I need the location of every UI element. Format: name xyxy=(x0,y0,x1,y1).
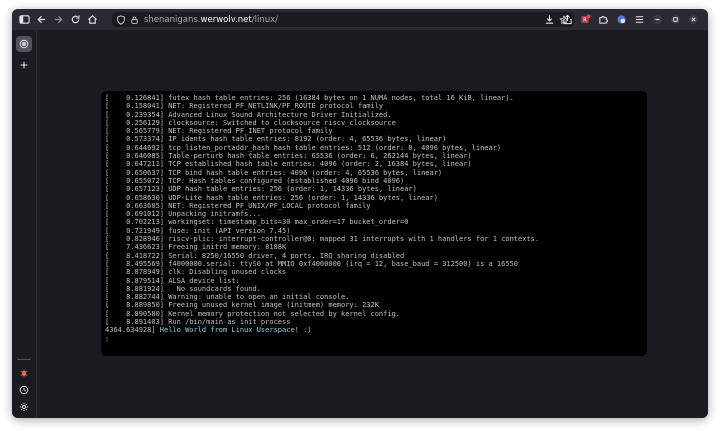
terminal-line: [ 8.418722] Serial: 8250/16550 driver, 4… xyxy=(105,251,405,260)
home-button[interactable] xyxy=(84,11,101,28)
url-path: /linux/ xyxy=(251,14,278,25)
hello-message: Hello World from Linux Userspace! :) xyxy=(155,326,312,335)
bug-icon[interactable] xyxy=(16,365,32,381)
terminal-line: [ 8.878949] clk: Disabling unused clocks xyxy=(105,268,287,277)
terminal-line: [ 0.663605] NET: Registered PF_UNIX/PF_L… xyxy=(105,201,371,210)
terminal-line: [ 0.702213] workingset: timestamp_bits=3… xyxy=(105,218,409,227)
terminal[interactable]: [ 0.126841] futex hash table entries: 25… xyxy=(101,91,647,356)
new-tab-plus-icon[interactable] xyxy=(16,57,32,73)
terminal-line: [ 8.879514] ALSA device list: xyxy=(105,276,240,285)
share-icon[interactable] xyxy=(559,11,576,28)
terminal-line: [ 0.126841] futex hash table entries: 25… xyxy=(105,94,514,102)
browser-window: shenanigans.werwolv.net/linux/ R [0.126… xyxy=(12,9,708,418)
reload-button[interactable] xyxy=(67,11,84,28)
terminal-hello-line: 4364.634928] Hello World from Linux User… xyxy=(105,326,647,334)
sidebar-toggle-icon[interactable] xyxy=(16,11,33,28)
close-button[interactable] xyxy=(685,11,702,28)
sidebar-tab-icon[interactable] xyxy=(16,36,32,52)
extensions-puzzle-icon[interactable] xyxy=(595,11,612,28)
terminal-line: [ 0.565779] NET: Registered PF_INET prot… xyxy=(105,127,333,136)
account-avatar-icon[interactable] xyxy=(613,11,630,28)
terminal-line: [ 0.239354] Advanced Linux Sound Archite… xyxy=(105,110,392,119)
terminal-line: [ 0.691012] Unpacking initramfs... xyxy=(105,210,261,219)
url-text[interactable]: shenanigans.werwolv.net/linux/ xyxy=(144,15,278,25)
terminal-line: [ 8.881924] No soundcards found. xyxy=(105,284,261,293)
terminal-line: [ 0.256129] clocksource: Switched to clo… xyxy=(105,118,396,127)
forward-button[interactable] xyxy=(50,11,67,28)
terminal-line: [ 0.644692] tcp_listen_portaddr_hash has… xyxy=(105,143,502,152)
hello-timestamp: 4364.634928] xyxy=(105,326,156,335)
terminal-line: [ 8.882744] Warning: unable to open an i… xyxy=(105,293,350,302)
terminal-line: [ 0.158041] NET: Registered PF_NETLINK/P… xyxy=(105,102,384,111)
terminal-line: [ 0.828946] riscv-plic: interrupt-contro… xyxy=(105,235,540,244)
terminal-line: [ 0.658630] UDP-Lite hash table entries:… xyxy=(105,193,438,202)
sidebar xyxy=(12,30,37,418)
terminal-cursor: ▯ xyxy=(105,334,110,343)
url-prefix: shenanigans. xyxy=(144,14,201,25)
terminal-line: [ 0.646085] Table-perturb hash table ent… xyxy=(105,152,472,161)
url-bar[interactable]: shenanigans.werwolv.net/linux/ xyxy=(112,12,574,27)
terminal-line: [ 0.647211] TCP established hash table e… xyxy=(105,160,472,169)
terminal-line: [ 0.657123] UDP hash table entries: 256 … xyxy=(105,185,417,194)
terminal-line: [ 8.890580] Kernel memory protection not… xyxy=(105,309,401,318)
site-info-lock-icon[interactable] xyxy=(130,15,139,25)
terminal-line: [ 0.721949] fuse: init (API version 7.45… xyxy=(105,226,291,235)
svg-text:R: R xyxy=(583,18,587,24)
terminal-line: [ 8.495569] f4000000.serial: ttyS0 at MM… xyxy=(105,259,519,268)
terminal-output: [ 0.126841] futex hash table entries: 25… xyxy=(105,94,647,326)
menu-hamburger-icon[interactable] xyxy=(631,11,648,28)
page-content: [ 0.126841] futex hash table entries: 25… xyxy=(37,30,708,418)
downloads-icon[interactable] xyxy=(541,11,558,28)
extension-badge-icon[interactable]: R xyxy=(577,11,594,28)
maximize-button[interactable] xyxy=(667,11,684,28)
toolbar-right-group: R xyxy=(541,11,702,28)
minimize-button[interactable] xyxy=(649,11,666,28)
history-clock-icon[interactable] xyxy=(16,382,32,398)
terminal-line: [ 0.650637] TCP bind hash table entries:… xyxy=(105,168,443,177)
back-button[interactable] xyxy=(33,11,50,28)
terminal-line: [ 8.891403] Run /bin/main as init proces… xyxy=(105,318,291,327)
tracking-protection-shield-icon[interactable] xyxy=(116,14,126,25)
terminal-line: [ 0.655072] TCP: Hash tables configured … xyxy=(105,176,405,185)
terminal-line: [ 7.436623] Freeing initrd memory: 8188K xyxy=(105,243,287,252)
terminal-line: [ 0.573374] IP idents hash table entries… xyxy=(105,135,447,144)
sidebar-divider xyxy=(17,359,31,360)
terminal-line: [ 8.889850] Freeing unused kernel image … xyxy=(105,301,379,310)
url-domain: werwolv.net xyxy=(200,14,252,25)
settings-gear-icon[interactable] xyxy=(16,399,32,415)
browser-toolbar: shenanigans.werwolv.net/linux/ R xyxy=(12,9,708,30)
